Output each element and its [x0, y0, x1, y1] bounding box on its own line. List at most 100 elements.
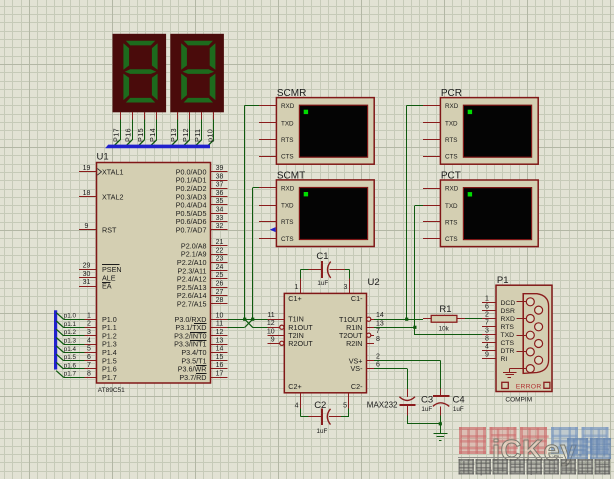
svg-text:RXD: RXD — [281, 185, 295, 192]
svg-text:P1: P1 — [497, 275, 509, 286]
svg-text:RXD: RXD — [281, 103, 295, 110]
svg-text:CTS: CTS — [445, 236, 458, 243]
svg-text:R2IN: R2IN — [346, 339, 362, 348]
svg-text:P0.7/AD7: P0.7/AD7 — [176, 226, 207, 235]
svg-text:TXD: TXD — [281, 203, 294, 210]
svg-text:R2OUT: R2OUT — [288, 339, 313, 348]
svg-text:8: 8 — [485, 335, 489, 342]
svg-text:34: 34 — [216, 207, 224, 214]
svg-text:14: 14 — [216, 346, 224, 353]
svg-text:RTS: RTS — [281, 219, 293, 226]
svg-text:2: 2 — [87, 321, 91, 328]
svg-text:DCD: DCD — [501, 300, 516, 307]
svg-text:2: 2 — [376, 354, 380, 361]
svg-text:10: 10 — [216, 312, 224, 319]
svg-text:P12: P12 — [181, 128, 190, 142]
svg-text:p1.0: p1.0 — [64, 313, 77, 320]
svg-text:9: 9 — [485, 351, 489, 358]
svg-text:37: 37 — [216, 182, 224, 189]
svg-text:P3.7/RD: P3.7/RD — [179, 373, 206, 382]
svg-text:MAX232: MAX232 — [367, 401, 398, 410]
svg-text:p1.2: p1.2 — [64, 329, 77, 336]
svg-text:6: 6 — [87, 354, 91, 361]
svg-text:1: 1 — [87, 312, 91, 319]
svg-text:22: 22 — [216, 247, 224, 254]
svg-text:10k: 10k — [439, 325, 450, 332]
svg-text:RTS: RTS — [281, 137, 293, 144]
svg-text:6: 6 — [485, 303, 489, 310]
svg-text:1uF: 1uF — [317, 428, 328, 435]
svg-text:CTS: CTS — [281, 154, 294, 161]
svg-text:RI: RI — [501, 356, 508, 363]
svg-text:TXD: TXD — [281, 120, 294, 127]
svg-text:1uF: 1uF — [453, 406, 464, 413]
svg-text:C2: C2 — [314, 400, 326, 411]
svg-text:TXD: TXD — [501, 332, 515, 339]
svg-text:15: 15 — [216, 354, 224, 361]
svg-text:XTAL2: XTAL2 — [102, 192, 123, 201]
svg-text:C1+: C1+ — [288, 294, 301, 303]
svg-text:U2: U2 — [368, 277, 380, 288]
svg-text:RTS: RTS — [445, 219, 457, 226]
svg-text:CTS: CTS — [501, 340, 515, 347]
svg-text:C1-: C1- — [351, 294, 363, 303]
svg-text:18: 18 — [83, 190, 91, 197]
svg-text:P15: P15 — [136, 128, 145, 142]
svg-text:5: 5 — [87, 346, 91, 353]
svg-text:26: 26 — [216, 281, 224, 288]
svg-text:3: 3 — [485, 327, 489, 334]
svg-text:RST: RST — [102, 226, 117, 235]
svg-text:13: 13 — [216, 337, 224, 344]
svg-text:p1.3: p1.3 — [64, 338, 77, 345]
svg-text:RXD: RXD — [445, 185, 459, 192]
svg-text:C2-: C2- — [351, 382, 363, 391]
svg-text:8: 8 — [87, 371, 91, 378]
svg-text:AT89C51: AT89C51 — [98, 387, 125, 394]
svg-text:28: 28 — [216, 297, 224, 304]
svg-text:31: 31 — [83, 279, 91, 286]
svg-text:P16: P16 — [124, 128, 133, 142]
svg-text:1uF: 1uF — [317, 280, 328, 287]
svg-text:3: 3 — [343, 284, 347, 291]
svg-text:12: 12 — [267, 320, 275, 327]
svg-text:11: 11 — [267, 312, 274, 319]
svg-text:DSR: DSR — [501, 308, 515, 315]
svg-text:SCMT: SCMT — [277, 171, 305, 182]
svg-text:P14: P14 — [148, 128, 157, 142]
svg-text:23: 23 — [216, 256, 224, 263]
svg-text:11: 11 — [216, 321, 223, 328]
svg-text:25: 25 — [216, 272, 224, 279]
svg-text:17: 17 — [216, 371, 224, 378]
svg-text:7: 7 — [87, 362, 91, 369]
svg-text:39: 39 — [216, 165, 224, 172]
svg-text:12: 12 — [216, 329, 224, 336]
svg-text:COMPIM: COMPIM — [505, 396, 532, 403]
svg-text:1: 1 — [485, 295, 489, 302]
svg-text:XTAL1: XTAL1 — [102, 167, 123, 176]
svg-text:30: 30 — [83, 271, 91, 278]
svg-text:C3: C3 — [421, 394, 433, 405]
svg-text:P11: P11 — [193, 129, 202, 142]
svg-text:3: 3 — [87, 329, 91, 336]
svg-text:p10: p10 — [205, 129, 214, 142]
svg-text:CTS: CTS — [281, 236, 294, 243]
svg-text:p1.5: p1.5 — [64, 354, 77, 361]
svg-text:C2+: C2+ — [288, 382, 301, 391]
svg-text:13: 13 — [376, 320, 384, 327]
svg-text:24: 24 — [216, 264, 224, 271]
svg-text:RTS: RTS — [445, 137, 457, 144]
svg-text:6: 6 — [376, 361, 380, 368]
svg-text:19: 19 — [83, 165, 91, 172]
svg-text:C1: C1 — [316, 251, 328, 262]
svg-text:29: 29 — [83, 263, 91, 270]
svg-text:4: 4 — [87, 337, 91, 344]
svg-text:14: 14 — [376, 312, 384, 319]
svg-text:RXD: RXD — [501, 316, 515, 323]
svg-text:P13: P13 — [169, 128, 178, 142]
svg-text:p1.7: p1.7 — [64, 371, 77, 378]
svg-text:P1.7: P1.7 — [102, 373, 117, 382]
svg-text:P2.7/A15: P2.7/A15 — [177, 300, 207, 309]
svg-text:C4: C4 — [453, 394, 465, 405]
svg-text:RTS: RTS — [501, 324, 515, 331]
svg-text:p1.4: p1.4 — [64, 346, 77, 353]
